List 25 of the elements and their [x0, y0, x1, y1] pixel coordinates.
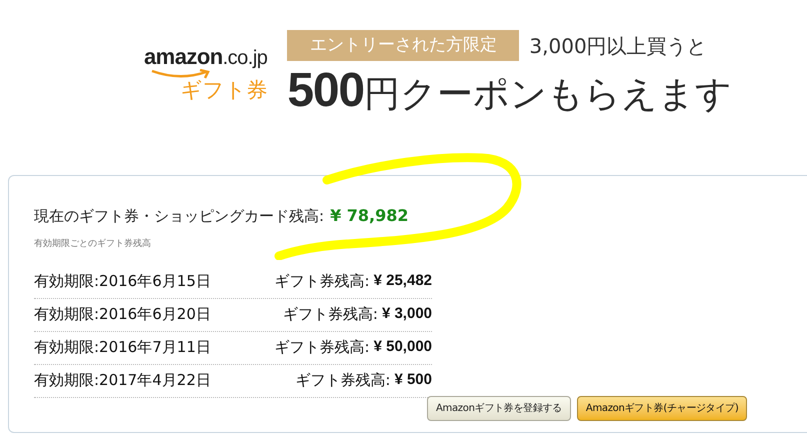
balance-note: 有効期限ごとのギフト券残高 — [34, 238, 152, 251]
gift-balance-label: ギフト券残高: — [282, 304, 378, 326]
register-button[interactable]: Amazonギフト券を登録する — [427, 396, 571, 421]
coupon-amount: 500 — [287, 67, 364, 115]
gift-balance-amount: ¥ 25,482 — [374, 271, 432, 292]
logo-domain: .co.jp — [222, 47, 268, 69]
gift-balance-label: ギフト券残高: — [274, 271, 370, 292]
gift-balance-label: ギフト券残高: — [274, 337, 370, 358]
coupon-headline: 円クーポンもらえます — [364, 77, 732, 113]
gift-balance-amount: ¥ 500 — [394, 370, 432, 390]
logo-subtitle: ギフト券 — [180, 77, 268, 104]
logo-wordmark: amazon — [144, 46, 223, 68]
entry-badge: エントリーされた方限定 — [287, 30, 520, 61]
expiry-date: 有効期限:2016年6月20日 — [34, 304, 211, 326]
expiry-date: 有効期限:2016年7月11日 — [34, 337, 211, 358]
balance-amount: ¥ 78,982 — [330, 205, 409, 227]
gift-balance-amount: ¥ 50,000 — [374, 337, 432, 358]
expiry-date: 有効期限:2017年4月22日 — [34, 370, 211, 392]
charge-button[interactable]: Amazonギフト券(チャージタイプ) — [576, 396, 748, 421]
gift-balance-label: ギフト券残高: — [295, 370, 390, 392]
balance-label: 現在のギフト券・ショッピングカード残高: — [34, 206, 324, 227]
smile-arrow-icon — [150, 69, 212, 79]
expiry-date: 有効期限:2016年6月15日 — [34, 271, 211, 292]
condition-text: 3,000円以上買うと — [529, 32, 707, 60]
gift-balance-amount: ¥ 3,000 — [382, 304, 432, 324]
